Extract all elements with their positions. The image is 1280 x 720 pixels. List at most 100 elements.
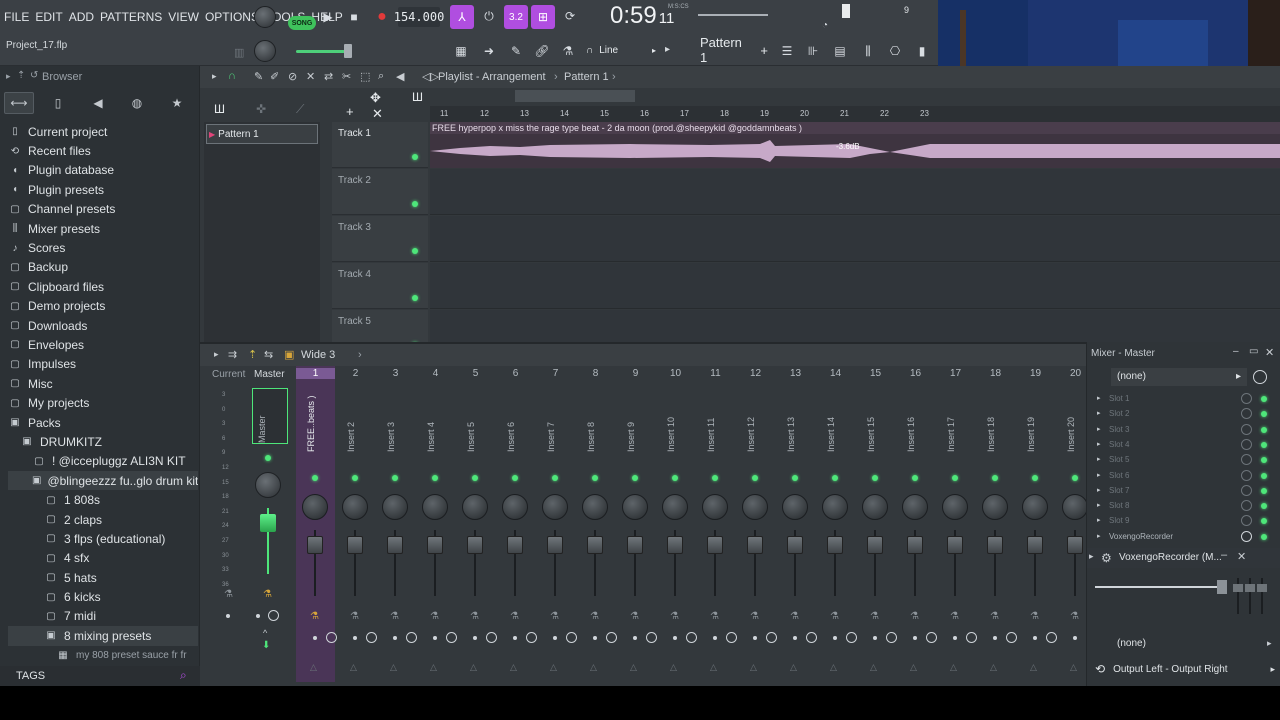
arrangement-arrow-icon[interactable]: ◁▷ xyxy=(422,70,439,83)
insert-pan-knob[interactable] xyxy=(982,494,1008,520)
insert-pan-knob[interactable] xyxy=(582,494,608,520)
mixer-insert-strip[interactable]: 7 Insert 7 ⚗ △ xyxy=(536,366,577,682)
insert-fx-icon[interactable]: ⚗ xyxy=(670,611,679,622)
insert-fx-icon[interactable]: ⚗ xyxy=(830,611,839,622)
browser-item[interactable]: ▢ Clipboard files xyxy=(8,277,198,296)
effect-slot-voxengo[interactable]: ▸ VoxengoRecorder xyxy=(1097,530,1275,545)
insert-fader[interactable] xyxy=(1027,536,1043,554)
insert-route-dot[interactable] xyxy=(353,636,357,640)
snap-selector[interactable]: ∩ Line ▸ xyxy=(586,42,656,58)
menu-add[interactable]: ADD xyxy=(69,10,94,24)
insert-enable-led[interactable] xyxy=(1032,475,1038,481)
insert-enable-led[interactable] xyxy=(752,475,758,481)
move-icon[interactable]: ✥ xyxy=(370,90,381,106)
insert-enable-led[interactable] xyxy=(912,475,918,481)
browser-item[interactable]: ◖ Plugin presets xyxy=(8,180,198,199)
slot-enable-led[interactable] xyxy=(1261,472,1267,479)
insert-enable-led[interactable] xyxy=(592,475,598,481)
master-enable-led[interactable] xyxy=(265,455,271,461)
play-pattern-icon[interactable]: ▸ xyxy=(665,44,670,55)
mixer-route-icon[interactable]: ⇆ xyxy=(264,348,273,361)
track-header[interactable]: Track 3 xyxy=(332,216,428,262)
insert-fader[interactable] xyxy=(707,536,723,554)
browser-file-icon[interactable]: ▮ xyxy=(911,40,933,62)
master-pan-knob[interactable] xyxy=(255,472,281,498)
output-selector[interactable]: ⟲ Output Left - Output Right ▸ xyxy=(1095,660,1275,678)
insert-fx-icon[interactable]: ⚗ xyxy=(350,611,359,622)
automation-view-icon[interactable]: ⟋ xyxy=(296,102,304,117)
insert-pan-knob[interactable] xyxy=(902,494,928,520)
piano-roll-icon[interactable]: ⊪ xyxy=(802,40,824,62)
insert-name[interactable]: Insert 14 xyxy=(826,388,846,452)
effect-slot[interactable]: ▸ Slot 4 xyxy=(1097,438,1275,453)
insert-fx-icon[interactable]: ⚗ xyxy=(550,611,559,622)
insert-name[interactable]: Insert 10 xyxy=(666,388,686,452)
insert-pan-knob[interactable] xyxy=(302,494,328,520)
insert-pan-knob[interactable] xyxy=(822,494,848,520)
menu-patterns[interactable]: PATTERNS xyxy=(100,10,162,24)
insert-fx-icon[interactable]: ⚗ xyxy=(750,611,759,622)
step-edit-button[interactable]: 3.2 xyxy=(504,5,528,29)
insert-pan-knob[interactable] xyxy=(422,494,448,520)
slot-mix-knob[interactable] xyxy=(1241,423,1252,435)
insert-name[interactable]: Insert 8 xyxy=(586,388,606,452)
slot-enable-led[interactable] xyxy=(1261,441,1267,448)
browser-item[interactable]: ◖ Plugin database xyxy=(8,161,198,180)
slot-mix-knob[interactable] xyxy=(1241,469,1252,481)
insert-route-dot[interactable] xyxy=(873,636,877,640)
insert-fx-icon[interactable]: ⚗ xyxy=(1070,611,1079,622)
insert-fader[interactable] xyxy=(907,536,923,554)
plugin-window-bar[interactable]: ▸ ⚙ VoxengoRecorder (M... – ✕ xyxy=(1087,548,1280,568)
slot-mix-knob[interactable] xyxy=(1241,500,1252,512)
audio-clip[interactable]: FREE hyperpop x miss the rage type beat … xyxy=(430,122,1280,168)
slot-enable-led[interactable] xyxy=(1261,503,1267,510)
play-button[interactable]: ▶ xyxy=(317,6,339,28)
insert-fader[interactable] xyxy=(827,536,843,554)
plugin-mix-handle[interactable] xyxy=(1217,580,1227,594)
browser-item[interactable]: ♪ Scores xyxy=(8,238,198,257)
input-clock-icon[interactable] xyxy=(1253,370,1267,384)
insert-enable-led[interactable] xyxy=(672,475,678,481)
browser-item[interactable]: ▦ my 808 preset sauce fr fr xyxy=(8,646,198,665)
playlist-icon[interactable]: ☰ xyxy=(776,40,798,62)
insert-fader[interactable] xyxy=(627,536,643,554)
metronome-button[interactable]: ⅄ xyxy=(450,5,474,29)
insert-enable-led[interactable] xyxy=(392,475,398,481)
insert-enable-led[interactable] xyxy=(1072,475,1078,481)
slot-enable-led[interactable] xyxy=(1261,396,1267,402)
close-icon[interactable]: ✕ xyxy=(1265,346,1274,359)
track-mute-led[interactable] xyxy=(412,201,418,207)
mixer-insert-strip[interactable]: 1 FREE..beats ) ⚗ △ xyxy=(296,366,337,682)
insert-fader[interactable] xyxy=(307,536,323,554)
insert-name[interactable]: Insert 9 xyxy=(626,388,646,452)
slot-mix-knob[interactable] xyxy=(1241,530,1252,542)
mixer-insert-strip[interactable]: 10 Insert 10 ⚗ △ xyxy=(656,366,697,682)
insert-fx-icon[interactable]: ⚗ xyxy=(710,611,719,622)
slot-mix-knob[interactable] xyxy=(1241,408,1252,420)
insert-name[interactable]: FREE..beats ) xyxy=(306,388,326,452)
insert-fader[interactable] xyxy=(507,536,523,554)
insert-fx-icon[interactable]: ⚗ xyxy=(870,611,879,622)
insert-route-dot[interactable] xyxy=(513,636,517,640)
insert-route-dot[interactable] xyxy=(993,636,997,640)
insert-name[interactable]: Insert 19 xyxy=(1026,388,1046,452)
insert-route-dot[interactable] xyxy=(713,636,717,640)
wait-input-button[interactable]: ⏻ xyxy=(478,5,500,27)
add-track-icon[interactable]: + xyxy=(346,104,354,119)
plugin-minimize-icon[interactable]: – xyxy=(1221,549,1227,561)
insert-name[interactable]: Insert 5 xyxy=(466,388,486,452)
audio-view-icon[interactable]: ✜ xyxy=(256,102,266,116)
pencil-icon[interactable]: ✎ xyxy=(505,40,527,62)
maximize-icon[interactable]: ▭ xyxy=(1249,346,1258,357)
track-lane[interactable] xyxy=(430,263,1280,309)
up-arrow-icon[interactable]: ⇡ xyxy=(17,70,25,81)
insert-enable-led[interactable] xyxy=(312,475,318,481)
slot-enable-led[interactable] xyxy=(1261,533,1267,540)
insert-fx-icon[interactable]: ⚗ xyxy=(630,611,639,622)
close-icon[interactable]: ✕ xyxy=(372,106,383,122)
insert-fx-icon[interactable]: ⚗ xyxy=(990,611,999,622)
current-fx-icon[interactable]: ⚗ xyxy=(224,589,233,600)
slip-tool-icon[interactable]: ⇄ xyxy=(324,70,333,83)
master-volume-handle[interactable] xyxy=(344,44,352,58)
snap-icon[interactable]: ▦ xyxy=(450,40,472,62)
